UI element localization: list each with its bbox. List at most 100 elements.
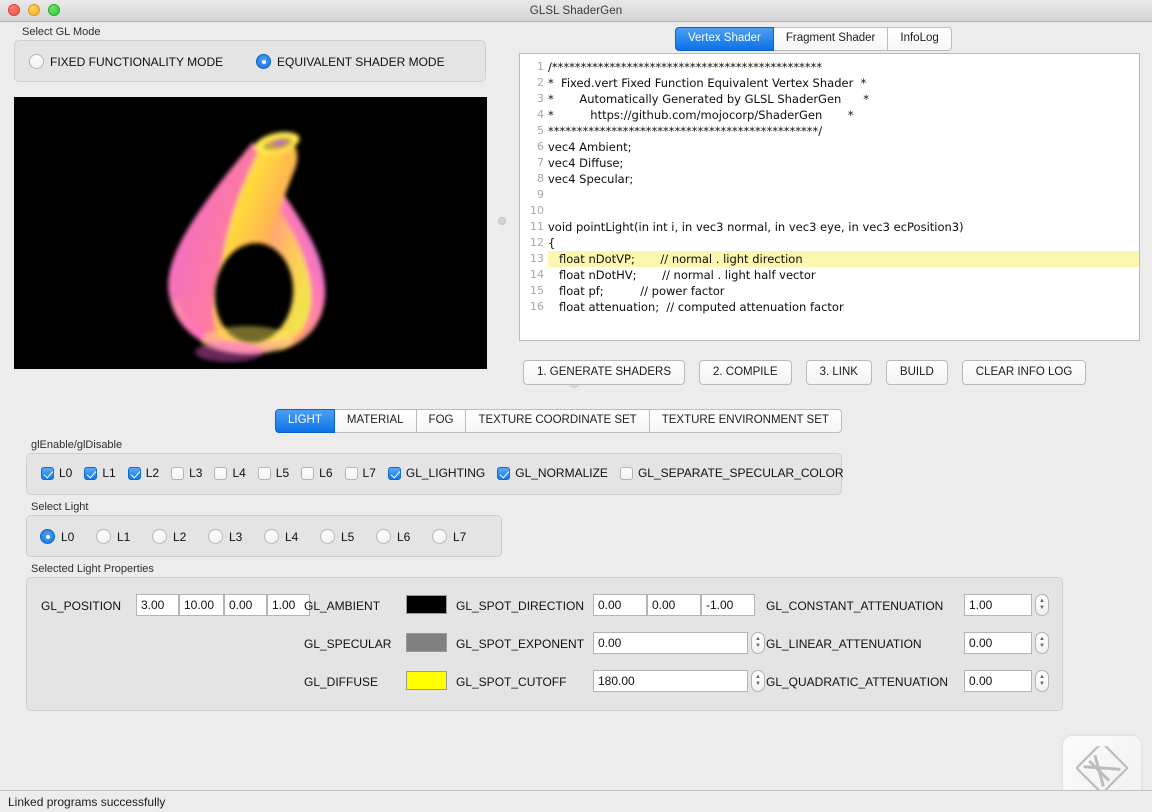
tab-fog[interactable]: FOG bbox=[417, 409, 467, 433]
code-line[interactable]: float nDotHV; // normal . light half vec… bbox=[548, 267, 1139, 283]
tab-texture-environment-set[interactable]: TEXTURE ENVIRONMENT SET bbox=[650, 409, 842, 433]
line-number: 12 bbox=[520, 235, 544, 251]
gl-preview-canvas[interactable] bbox=[14, 97, 487, 369]
code-text[interactable]: /***************************************… bbox=[544, 54, 1139, 340]
gl-mode-group: FIXED FUNCTIONALITY MODE EQUIVALENT SHAD… bbox=[14, 40, 486, 82]
checkbox-l7[interactable]: L7 bbox=[345, 466, 376, 480]
clear-info-log-button[interactable]: CLEAR INFO LOG bbox=[962, 360, 1087, 385]
checkbox-gl_separate_specular_color[interactable]: GL_SEPARATE_SPECULAR_COLOR bbox=[620, 466, 844, 480]
window-controls bbox=[8, 4, 60, 16]
code-line[interactable]: void pointLight(in int i, in vec3 normal… bbox=[548, 219, 1139, 235]
code-line[interactable]: vec4 Ambient; bbox=[548, 139, 1139, 155]
chevron-up-icon[interactable]: ▲ bbox=[1039, 675, 1045, 680]
checkbox-l1[interactable]: L1 bbox=[84, 466, 115, 480]
checkbox-gl_lighting[interactable]: GL_LIGHTING bbox=[388, 466, 485, 480]
code-line[interactable]: * Fixed.vert Fixed Function Equivalent V… bbox=[548, 75, 1139, 91]
gl-ambient-color-swatch[interactable] bbox=[406, 595, 447, 614]
radio-fixed-functionality-mode[interactable]: FIXED FUNCTIONALITY MODE bbox=[29, 54, 223, 69]
chevron-down-icon[interactable]: ▼ bbox=[1039, 644, 1045, 649]
chevron-up-icon[interactable]: ▲ bbox=[1039, 637, 1045, 642]
gl-position-x-field[interactable]: 3.00 bbox=[136, 594, 179, 616]
checkbox-l3[interactable]: L3 bbox=[171, 466, 202, 480]
close-button[interactable] bbox=[8, 4, 20, 16]
gl-spot-exponent-stepper[interactable]: 0.00 ▲ ▼ bbox=[593, 632, 765, 654]
checkbox-l4[interactable]: L4 bbox=[214, 466, 245, 480]
stepper-buttons[interactable]: ▲ ▼ bbox=[751, 670, 765, 692]
radio-select-light-l2[interactable]: L2 bbox=[152, 529, 208, 544]
stepper-buttons[interactable]: ▲ ▼ bbox=[1035, 632, 1049, 654]
checkbox-l6[interactable]: L6 bbox=[301, 466, 332, 480]
link-button[interactable]: 3. LINK bbox=[806, 360, 872, 385]
chevron-up-icon[interactable]: ▲ bbox=[755, 637, 761, 642]
gl-linear-attenuation-field[interactable]: 0.00 bbox=[964, 632, 1032, 654]
gl-position-z-field[interactable]: 0.00 bbox=[224, 594, 267, 616]
light-properties-group-label: Selected Light Properties bbox=[31, 563, 154, 575]
gl-spot-direction-y-field[interactable]: 0.00 bbox=[647, 594, 701, 616]
code-line[interactable]: vec4 Specular; bbox=[548, 171, 1139, 187]
checkbox-label: GL_SEPARATE_SPECULAR_COLOR bbox=[638, 466, 844, 480]
status-bar: Linked programs successfully bbox=[0, 790, 1152, 812]
gl-specular-color-swatch[interactable] bbox=[406, 633, 447, 652]
code-line[interactable] bbox=[548, 187, 1139, 203]
tab-texture-coordinate-set[interactable]: TEXTURE COORDINATE SET bbox=[466, 409, 649, 433]
code-line[interactable] bbox=[548, 203, 1139, 219]
minimize-button[interactable] bbox=[28, 4, 40, 16]
vertical-splitter-handle[interactable] bbox=[498, 217, 506, 225]
gl-quadratic-attenuation-field[interactable]: 0.00 bbox=[964, 670, 1032, 692]
code-line[interactable]: /***************************************… bbox=[548, 59, 1139, 75]
radio-select-light-l5[interactable]: L5 bbox=[320, 529, 376, 544]
code-line[interactable]: * Automatically Generated by GLSL Shader… bbox=[548, 91, 1139, 107]
radio-select-light-l4[interactable]: L4 bbox=[264, 529, 320, 544]
chevron-down-icon[interactable]: ▼ bbox=[755, 644, 761, 649]
chevron-down-icon[interactable]: ▼ bbox=[1039, 682, 1045, 687]
gl-spot-direction-z-field[interactable]: -1.00 bbox=[701, 594, 755, 616]
generate-shaders-button[interactable]: 1. GENERATE SHADERS bbox=[523, 360, 685, 385]
chevron-down-icon[interactable]: ▼ bbox=[755, 682, 761, 687]
radio-select-light-l3[interactable]: L3 bbox=[208, 529, 264, 544]
code-line[interactable]: * https://github.com/mojocorp/ShaderGen … bbox=[548, 107, 1139, 123]
radio-select-light-l6[interactable]: L6 bbox=[376, 529, 432, 544]
radio-equivalent-shader-mode[interactable]: EQUIVALENT SHADER MODE bbox=[256, 54, 445, 69]
checkbox-gl_normalize[interactable]: GL_NORMALIZE bbox=[497, 466, 608, 480]
radio-select-light-l1[interactable]: L1 bbox=[96, 529, 152, 544]
gl-spot-cutoff-field[interactable]: 180.00 bbox=[593, 670, 748, 692]
code-line[interactable]: float pf; // power factor bbox=[548, 283, 1139, 299]
chevron-up-icon[interactable]: ▲ bbox=[755, 675, 761, 680]
gl-constant-attenuation-stepper[interactable]: 1.00 ▲ ▼ bbox=[964, 594, 1049, 616]
checkbox-l2[interactable]: L2 bbox=[128, 466, 159, 480]
tab-infolog[interactable]: InfoLog bbox=[888, 27, 951, 51]
zoom-button[interactable] bbox=[48, 4, 60, 16]
code-line[interactable]: vec4 Diffuse; bbox=[548, 155, 1139, 171]
stepper-buttons[interactable]: ▲ ▼ bbox=[1035, 594, 1049, 616]
gl-constant-attenuation-field[interactable]: 1.00 bbox=[964, 594, 1032, 616]
chevron-up-icon[interactable]: ▲ bbox=[1039, 599, 1045, 604]
checkbox-l0[interactable]: L0 bbox=[41, 466, 72, 480]
gl-diffuse-color-swatch[interactable] bbox=[406, 671, 447, 690]
tab-material[interactable]: MATERIAL bbox=[335, 409, 417, 433]
gl-spot-cutoff-stepper[interactable]: 180.00 ▲ ▼ bbox=[593, 670, 765, 692]
gl-position-y-field[interactable]: 10.00 bbox=[179, 594, 224, 616]
code-line[interactable]: float attenuation; // computed attenuati… bbox=[548, 299, 1139, 315]
tab-light[interactable]: LIGHT bbox=[275, 409, 335, 433]
code-line[interactable]: ****************************************… bbox=[548, 123, 1139, 139]
checkbox-label: L3 bbox=[189, 466, 202, 480]
code-line[interactable]: float nDotVP; // normal . light directio… bbox=[548, 251, 1139, 267]
code-editor[interactable]: 12345678910111213141516 /***************… bbox=[519, 53, 1140, 341]
tab-vertex-shader[interactable]: Vertex Shader bbox=[675, 27, 774, 51]
code-line[interactable]: { bbox=[548, 235, 1139, 251]
tab-fragment-shader[interactable]: Fragment Shader bbox=[774, 27, 889, 51]
gl-spot-direction-x-field[interactable]: 0.00 bbox=[593, 594, 647, 616]
build-button[interactable]: BUILD bbox=[886, 360, 948, 385]
gl-quadratic-attenuation-stepper[interactable]: 0.00 ▲ ▼ bbox=[964, 670, 1049, 692]
stepper-buttons[interactable]: ▲ ▼ bbox=[751, 632, 765, 654]
gl-linear-attenuation-stepper[interactable]: 0.00 ▲ ▼ bbox=[964, 632, 1049, 654]
compile-button[interactable]: 2. COMPILE bbox=[699, 360, 792, 385]
gl-spot-exponent-field[interactable]: 0.00 bbox=[593, 632, 748, 654]
chevron-down-icon[interactable]: ▼ bbox=[1039, 606, 1045, 611]
radio-select-light-l7[interactable]: L7 bbox=[432, 529, 488, 544]
code-scroll-area[interactable]: 12345678910111213141516 /***************… bbox=[520, 54, 1139, 340]
checkbox-label: L7 bbox=[363, 466, 376, 480]
stepper-buttons[interactable]: ▲ ▼ bbox=[1035, 670, 1049, 692]
checkbox-l5[interactable]: L5 bbox=[258, 466, 289, 480]
radio-select-light-l0[interactable]: L0 bbox=[40, 529, 96, 544]
